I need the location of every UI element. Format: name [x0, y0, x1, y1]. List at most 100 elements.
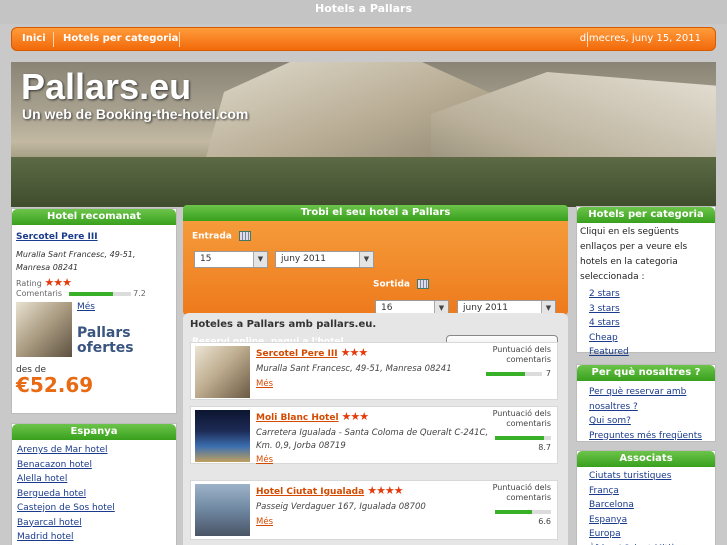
calendar-icon[interactable] [239, 231, 252, 241]
rating-caption: Puntuació dels comentaris [492, 483, 551, 502]
hotel-name: Sercotel Pere III ★★★ [256, 346, 369, 359]
why-us-box: Per què nosaltres ? Per què reservar amb… [576, 364, 716, 442]
hotel-stars: ★★★★ [367, 484, 403, 497]
checkin-day-select[interactable]: 15 ▼ [194, 251, 268, 268]
site-logo[interactable]: Pallars.eu [21, 66, 191, 108]
category-link[interactable]: 4 stars [589, 316, 703, 331]
rating-bar [485, 371, 542, 376]
rating-caption: Puntuació dels comentaris [492, 345, 551, 364]
hotel-room-image[interactable] [16, 302, 72, 357]
forest-image [11, 157, 716, 207]
rating-bar [495, 435, 551, 440]
category-link[interactable]: Featured [589, 345, 703, 360]
comments-value: 7.2 [133, 289, 146, 298]
hotel-address: Muralla Sant Francesc, 49-51, Manresa 08… [256, 364, 452, 374]
hero-banner: Pallars.eu Un web de Booking-the-hotel.c… [11, 62, 716, 207]
why-us-list: Per què reservar amb nosaltres ? Qui som?… [577, 381, 715, 447]
associates-heading: Associats [577, 451, 715, 467]
categories-intro: Cliqui en els següents enllaços per a ve… [580, 227, 688, 282]
more-link[interactable]: Més [77, 302, 95, 312]
site-subtitle: Un web de Booking-the-hotel.com [22, 106, 249, 122]
associate-link[interactable]: Europa [589, 527, 703, 542]
hotel-name-link[interactable]: Hotel Ciutat Igualada [256, 487, 364, 497]
why-us-link[interactable]: Qui som? [589, 414, 703, 429]
associate-link[interactable]: Ciutats turistiques [589, 469, 703, 484]
checkin-month-select[interactable]: juny 2011 ▼ [275, 251, 374, 268]
spain-hotel-link[interactable]: Alella hotel [17, 472, 171, 487]
categories-box: Hotels per categoria Cliqui en els següe… [576, 206, 716, 357]
spain-hotel-link[interactable]: Madrid hotel [17, 530, 171, 545]
checkin-label: Entrada [192, 231, 232, 242]
hotel-photo[interactable] [195, 346, 250, 398]
checkout-day-value: 16 [381, 303, 393, 313]
recommended-hotel-box: Hotel recomanat Sercotel Pere III Murall… [11, 208, 177, 414]
associates-box: Associats Ciutats turistiques França Barce… [576, 450, 716, 545]
rating-score: 7 [545, 369, 551, 378]
hotel-card: Moli Blanc Hotel ★★★ Carretera Igualada - … [190, 406, 558, 465]
hotel-more-link[interactable]: Més [256, 379, 273, 389]
hotel-name-link[interactable]: Moli Blanc Hotel [256, 413, 339, 423]
hotel-rating: Puntuació dels comentaris 6.6 [483, 483, 551, 527]
hotel-card: Sercotel Pere III ★★★ Muralla Sant Frances… [190, 342, 558, 400]
category-link[interactable]: 3 stars [589, 302, 703, 317]
why-us-heading: Per què nosaltres ? [577, 365, 715, 381]
checkout-month-value: juny 2011 [463, 303, 508, 313]
associate-link[interactable]: França [589, 484, 703, 499]
recommended-address: Muralla Sant Francesc, 49-51, Manresa 08… [16, 250, 136, 272]
nav-categories-link[interactable]: Hotels per categoria [63, 28, 178, 50]
rating-bar [495, 509, 551, 514]
spain-hotel-link[interactable]: Castejon de Sos hotel [17, 501, 171, 516]
rating-caption: Puntuació dels comentaris [492, 409, 551, 428]
rating-bar-fill [485, 371, 526, 376]
hotel-stars: ★★★ [341, 410, 370, 423]
associate-link[interactable]: Àfrica / Orient Mitjà [589, 542, 703, 545]
search-form: Entrada 15 ▼ juny 2011 ▼ Sortida 16 ▼ juny … [183, 221, 568, 317]
rating-stars: ★★★ [44, 276, 72, 289]
comments-bar [68, 291, 131, 296]
hotel-stars: ★★★ [340, 346, 369, 359]
rating-bar-fill [495, 435, 544, 440]
hotel-name: Moli Blanc Hotel ★★★ [256, 410, 370, 423]
results-heading: Hoteles a Pallars amb pallars.eu. [190, 319, 377, 330]
spain-heading: Espanya [12, 424, 176, 440]
spain-hotel-link[interactable]: Bergueda hotel [17, 487, 171, 502]
hotel-rating: Puntuació dels comentaris 8.7 [483, 409, 551, 453]
chevron-down-icon[interactable]: ▼ [359, 252, 373, 267]
nav-separator [53, 32, 54, 47]
hotel-name-link[interactable]: Sercotel Pere III [256, 349, 338, 359]
comments-label: Comentaris [16, 289, 62, 298]
associate-link[interactable]: Espanya [589, 513, 703, 528]
hotel-name: Hotel Ciutat Igualada ★★★★ [256, 484, 404, 497]
spain-box: Espanya Arenys de Mar hotel Benacazon hot… [11, 423, 177, 545]
associates-list: Ciutats turistiques França Barcelona Espany… [577, 467, 715, 545]
spain-hotel-link[interactable]: Arenys de Mar hotel [17, 443, 171, 458]
categories-heading: Hotels per categoria [577, 207, 715, 223]
checkin-month-value: juny 2011 [281, 254, 326, 264]
hotel-photo[interactable] [195, 410, 250, 462]
nav-home-link[interactable]: Inici [22, 28, 46, 50]
hotel-photo[interactable] [195, 484, 250, 536]
spain-hotel-link[interactable]: Benacazon hotel [17, 458, 171, 473]
rating-label: Rating [16, 279, 42, 288]
hotel-rating: Puntuació dels comentaris 7 [483, 345, 551, 379]
hotel-more-link[interactable]: Més [256, 517, 273, 527]
rating-score: 8.7 [538, 443, 551, 452]
categories-list: 2 stars 3 stars 4 stars Cheap Featured [577, 287, 715, 360]
calendar-icon[interactable] [417, 279, 430, 289]
main-nav: Inici Hotels per categoria dimecres, jun… [11, 27, 716, 51]
hotel-more-link[interactable]: Més [256, 455, 273, 465]
rating-bar-fill [495, 509, 532, 514]
nav-separator [179, 32, 180, 47]
associate-link[interactable]: Barcelona [589, 498, 703, 513]
page-title: Hotels a Pallars [314, 2, 412, 15]
category-link[interactable]: 2 stars [589, 287, 703, 302]
category-link[interactable]: Cheap [589, 331, 703, 346]
spain-hotel-link[interactable]: Bayarcal hotel [17, 516, 171, 531]
chevron-down-icon[interactable]: ▼ [253, 252, 267, 267]
why-us-link[interactable]: Preguntes més freqüents [589, 429, 703, 444]
why-us-link[interactable]: Per què reservar amb nosaltres ? [589, 385, 703, 414]
checkout-label: Sortida [373, 279, 411, 290]
rating-score: 6.6 [538, 517, 551, 526]
top-title-bar: Hotels a Pallars [0, 0, 727, 24]
recommended-hotel-link[interactable]: Sercotel Pere III [16, 232, 98, 242]
